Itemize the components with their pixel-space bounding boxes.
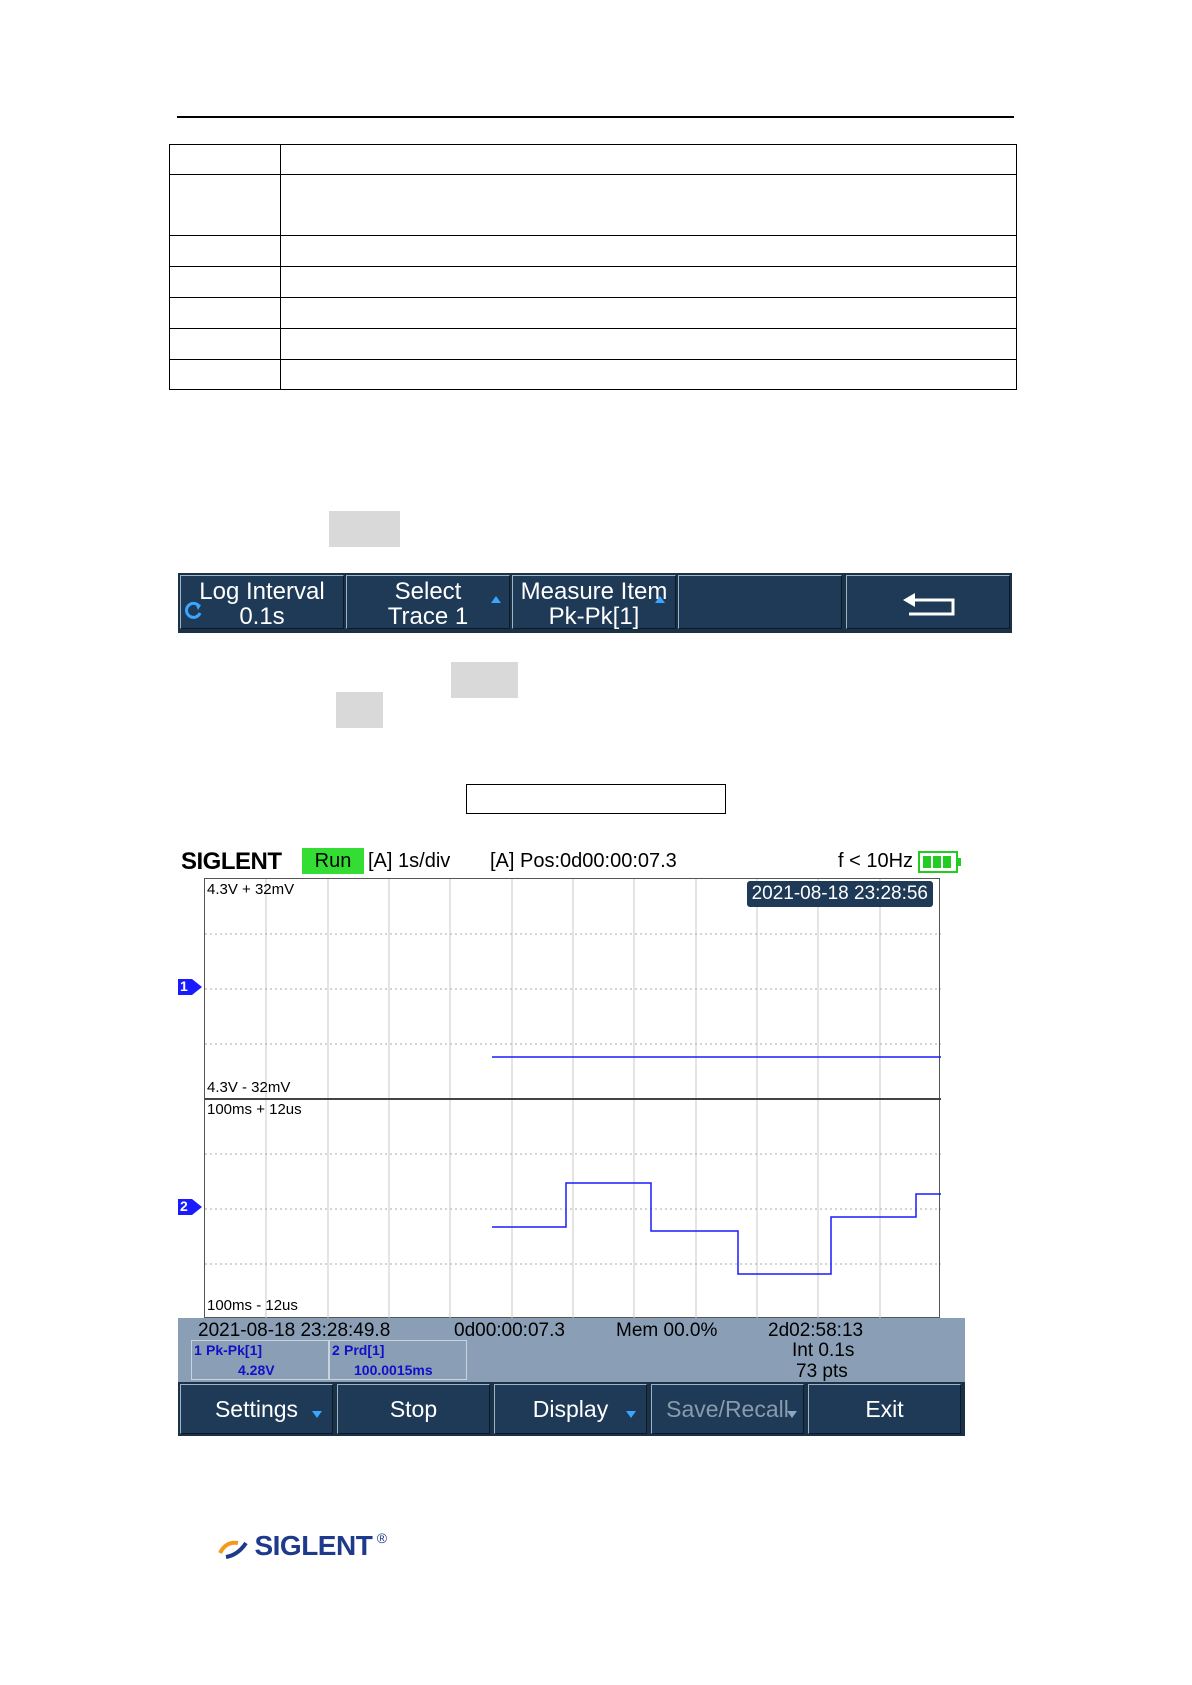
footer-brand: SIGLENT <box>254 1530 373 1561</box>
rotate-knob-icon <box>185 600 203 625</box>
channel-1-marker[interactable]: 1 <box>178 978 204 1001</box>
elapsed-time: 0d00:00:07.3 <box>454 1320 565 1341</box>
softkey-label: Settings <box>214 1396 299 1422</box>
softkey-bar: Log Interval 0.1s Select Trace 1 Measure… <box>178 573 1012 633</box>
softkey-label: Display <box>532 1396 609 1422</box>
parameter-table <box>169 144 1017 390</box>
arrow-up-icon <box>655 596 665 603</box>
softkey-label: Log Interval <box>199 578 325 605</box>
settings-softkey[interactable]: Settings <box>180 1384 333 1434</box>
measurement-1-index: 1 <box>194 1342 202 1358</box>
save-recall-softkey[interactable]: Save/Recall <box>651 1384 804 1434</box>
current-timestamp: 2021-08-18 23:28:56 <box>746 881 933 907</box>
trace-1-lower-label: 4.3V - 32mV <box>207 1079 291 1096</box>
page-header-rule <box>177 116 1014 118</box>
softkey-value: Trace 1 <box>387 603 469 630</box>
back-softkey[interactable] <box>846 575 1010 629</box>
arrow-down-icon <box>312 1411 322 1418</box>
channel-2-marker[interactable]: 2 <box>178 1198 204 1221</box>
trace-1-upper-label: 4.3V + 32mV <box>207 881 295 898</box>
trend-grid <box>205 879 941 1319</box>
arrow-down-icon <box>626 1411 636 1418</box>
key-highlight <box>451 662 518 698</box>
arrow-up-icon <box>491 596 501 603</box>
trend-plot[interactable]: 4.3V + 32mV 4.3V - 32mV 100ms + 12us 100… <box>204 878 941 1319</box>
measurement-cell-1[interactable]: 1 Pk-Pk[1] 4.28V <box>191 1340 329 1380</box>
softkey-label: Select <box>394 578 462 605</box>
log-interval-softkey[interactable]: Log Interval 0.1s <box>180 575 344 629</box>
softkey-label: Save/Recall <box>666 1396 789 1422</box>
exit-softkey[interactable]: Exit <box>808 1384 961 1434</box>
registered-mark: ® <box>376 1530 388 1546</box>
channel-1-number: 1 <box>180 978 188 994</box>
battery-icon <box>918 851 962 878</box>
softkey-value: 0.1s <box>239 603 285 630</box>
brand-logo: SIGLENT <box>181 848 282 875</box>
table-row <box>169 359 1017 390</box>
log-interval-readout: Int 0.1s <box>792 1340 855 1361</box>
points-count: 73 pts <box>796 1361 848 1382</box>
select-trace-softkey[interactable]: Select Trace 1 <box>346 575 510 629</box>
return-arrow-icon <box>901 592 959 623</box>
measurement-1-name: Pk-Pk[1] <box>206 1342 263 1358</box>
arrow-down-icon <box>787 1411 797 1418</box>
table-row <box>169 297 1017 329</box>
figure-caption-box <box>466 784 726 814</box>
remaining-time: 2d02:58:13 <box>768 1320 864 1341</box>
siglent-swoosh-icon <box>216 1535 250 1566</box>
footer-logo: SIGLENT ® <box>216 1530 387 1566</box>
key-highlight <box>336 692 383 728</box>
position-readout[interactable]: [A] Pos:0d00:00:07.3 <box>490 850 677 873</box>
timebase-readout[interactable]: [A] 1s/div <box>368 850 450 873</box>
empty-softkey[interactable] <box>678 575 842 629</box>
table-row <box>169 235 1017 267</box>
measurement-cell-2[interactable]: 2 Prd[1] 100.0015ms <box>329 1340 467 1380</box>
trace-2-line <box>492 1182 941 1275</box>
frequency-readout: f < 10Hz <box>838 850 914 872</box>
table-row <box>169 144 1017 175</box>
measurement-2-index: 2 <box>332 1342 340 1358</box>
table-row <box>169 328 1017 360</box>
stop-softkey[interactable]: Stop <box>337 1384 490 1434</box>
table-row <box>169 266 1017 298</box>
channel-2-number: 2 <box>180 1198 188 1214</box>
softkey-label: Exit <box>865 1396 904 1422</box>
key-highlight <box>329 511 400 547</box>
softkey-label: Stop <box>389 1396 438 1422</box>
measurement-2-name: Prd[1] <box>344 1342 385 1358</box>
trace-2-upper-label: 100ms + 12us <box>207 1101 302 1118</box>
softkey-label: Measure Item <box>520 578 668 605</box>
measure-item-softkey[interactable]: Measure Item Pk-Pk[1] <box>512 575 676 629</box>
memory-usage: Mem 00.0% <box>616 1320 718 1341</box>
measurement-2-value: 100.0015ms <box>354 1362 433 1378</box>
table-row <box>169 174 1017 236</box>
measurement-1-value: 4.28V <box>238 1362 275 1378</box>
display-softkey[interactable]: Display <box>494 1384 647 1434</box>
start-time: 2021-08-18 23:28:49.8 <box>198 1320 391 1341</box>
run-status-badge[interactable]: Run <box>302 848 364 874</box>
trace-2-lower-label: 100ms - 12us <box>207 1297 298 1314</box>
bottom-softkey-bar: Settings Stop Display Save/Recall Exit <box>178 1382 965 1436</box>
softkey-value: Pk-Pk[1] <box>548 603 640 630</box>
